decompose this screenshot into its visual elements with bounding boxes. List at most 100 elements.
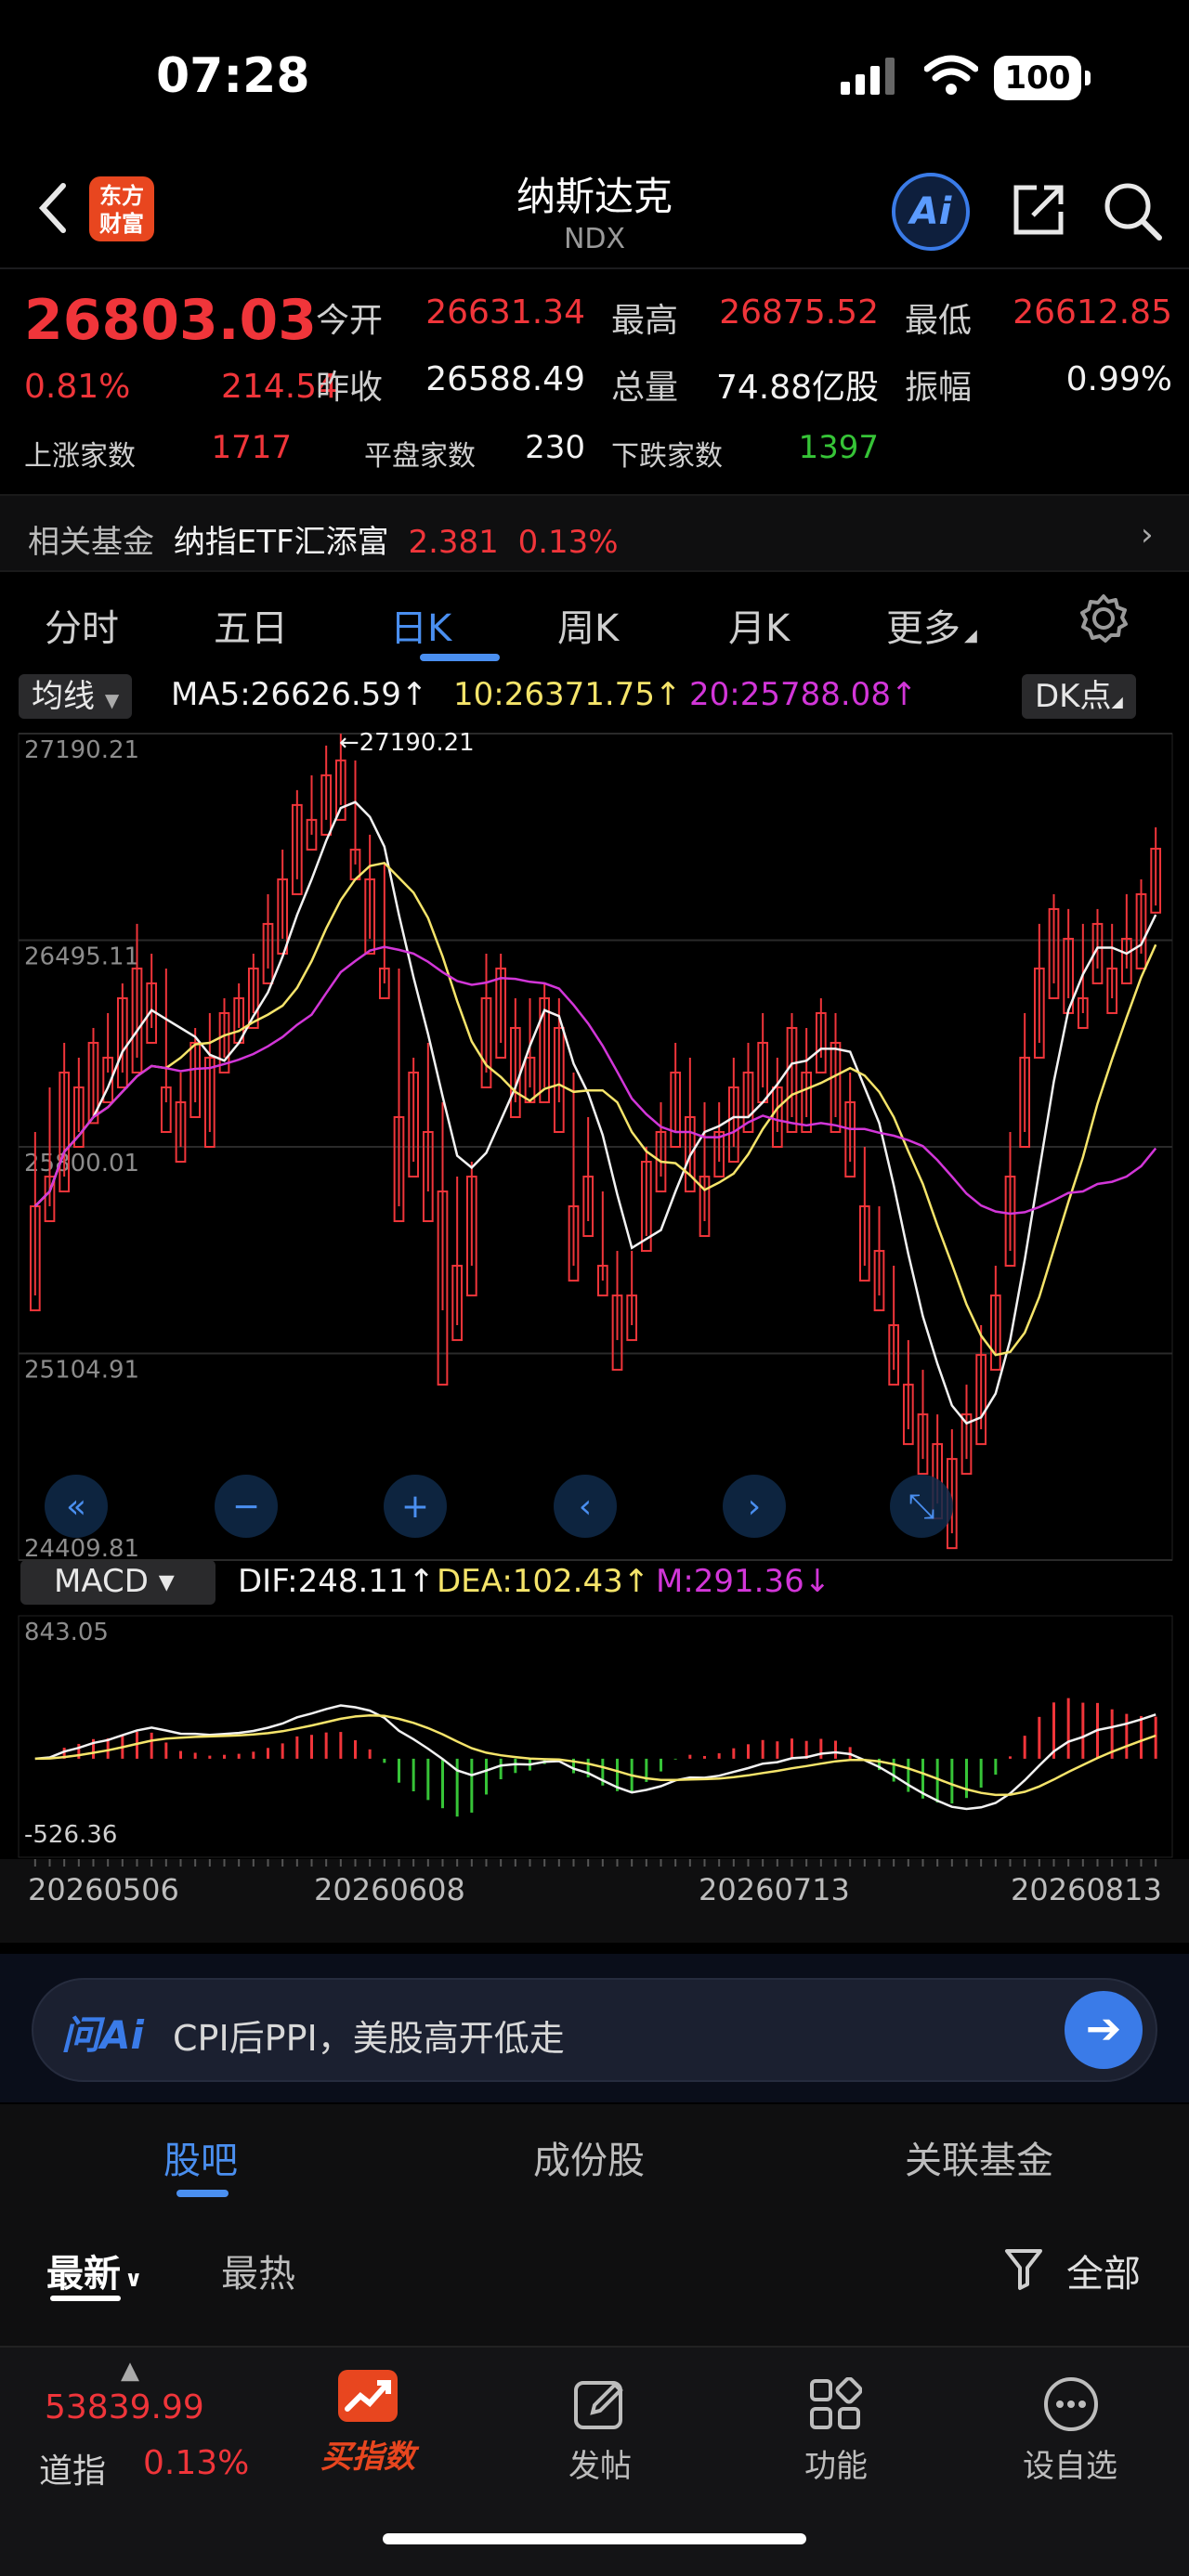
tab-related-funds[interactable]: 关联基金 bbox=[905, 2130, 1053, 2184]
dea-line bbox=[34, 1713, 1156, 1797]
related-fund-text: 相关基金 纳指ETF汇添富 2.381 0.13% bbox=[28, 516, 619, 562]
decliners-value: 1397 bbox=[798, 429, 879, 466]
volume-value: 74.88亿股 bbox=[715, 369, 879, 407]
scroll-right-glyph: › bbox=[748, 1488, 761, 1526]
kline-svg: 27190.21 26495.11 25800.01 25104.91 24409.81… bbox=[0, 729, 1189, 1943]
battery-indicator: 100 bbox=[994, 56, 1091, 100]
navigation-bar: 东方 财富 纳斯达克 NDX Ai bbox=[0, 149, 1189, 269]
clock: 07:28 bbox=[156, 48, 310, 104]
tab-more[interactable]: 更多 ◢ bbox=[886, 598, 977, 652]
ai-assistant-button[interactable]: Ai bbox=[892, 173, 970, 251]
advancers-value: 1717 bbox=[211, 429, 292, 466]
ma5-legend: MA5:26626.59↑ bbox=[171, 676, 428, 713]
filter-icon[interactable] bbox=[1003, 2247, 1044, 2292]
price-tick-label: 25104.91 bbox=[24, 1357, 139, 1385]
zoom-out-glyph: − bbox=[232, 1488, 260, 1526]
low-label: 最低 bbox=[905, 302, 973, 340]
more-dots-icon[interactable] bbox=[1042, 2375, 1100, 2433]
fund-price: 2.381 bbox=[408, 524, 499, 561]
sort-hot[interactable]: 最热 bbox=[221, 2244, 295, 2297]
advancers-label: 上涨家数 bbox=[24, 440, 136, 473]
ai-question-input[interactable]: 问Ai CPI后PPI，美股高开低走 ➔ bbox=[32, 1978, 1157, 2082]
fund-percent: 0.13% bbox=[517, 524, 619, 561]
dk-point-button[interactable]: DK点◢ bbox=[1022, 674, 1136, 719]
high-value: 26875.52 bbox=[719, 293, 879, 332]
date-tick-label: 20260608 bbox=[314, 1872, 465, 1907]
prev-close-value: 26588.49 bbox=[425, 360, 585, 398]
compose-post-icon[interactable] bbox=[572, 2377, 628, 2431]
price-tick-label: 25800.01 bbox=[24, 1150, 139, 1177]
unchanged-label: 平盘家数 bbox=[364, 440, 476, 473]
dow-index-percent: 0.13% bbox=[143, 2444, 250, 2482]
amplitude-value: 0.99% bbox=[1065, 360, 1172, 398]
ai-question-bar: 问Ai CPI后PPI，美股高开低走 ➔ bbox=[0, 1954, 1189, 2102]
last-price: 26803.03 bbox=[24, 288, 318, 353]
ma20-legend: 20:25788.08↑ bbox=[689, 676, 918, 713]
unchanged-value: 230 bbox=[525, 429, 585, 466]
home-indicator bbox=[383, 2533, 806, 2544]
high-label: 最高 bbox=[611, 302, 679, 340]
scroll-left-glyph: ‹ bbox=[579, 1488, 592, 1526]
prev-close-label: 昨收 bbox=[316, 369, 384, 407]
ma5-line bbox=[33, 800, 1157, 1425]
post-filter-row: 最新 ∨ 最热 全部 bbox=[0, 2206, 1189, 2346]
ma20-line bbox=[33, 945, 1157, 1216]
volume-label: 总量 bbox=[611, 369, 679, 407]
tab-five-day[interactable]: 五日 bbox=[214, 598, 288, 652]
kline-chart-area: 均线 ▼ MA5:26626.59↑ 10:26371.75↑ 20:25788… bbox=[0, 669, 1189, 1950]
post-label[interactable]: 发帖 bbox=[526, 2440, 674, 2486]
indicator-select[interactable]: 均线 ▼ bbox=[19, 674, 133, 719]
decliners-label: 下跌家数 bbox=[611, 440, 723, 473]
settings-gear-icon[interactable] bbox=[1078, 592, 1130, 644]
date-tick-label: 20260506 bbox=[28, 1872, 179, 1907]
macd-legend-0: DIF:248.11↑ bbox=[238, 1563, 435, 1600]
low-value: 26612.85 bbox=[1013, 293, 1172, 332]
open-value: 26631.34 bbox=[425, 293, 585, 332]
dow-index-value[interactable]: 53839.99 bbox=[45, 2388, 204, 2426]
dk-point-label: DK点 bbox=[1035, 678, 1112, 715]
chevron-right-icon[interactable]: › bbox=[1141, 516, 1154, 553]
quote-panel: 26803.03 0.81% 214.54 今开 26631.34 最高 268… bbox=[0, 271, 1189, 494]
add-watchlist-label[interactable]: 设自选 bbox=[996, 2440, 1144, 2486]
cellular-signal-icon bbox=[841, 58, 895, 95]
date-tick-label: 20260713 bbox=[699, 1872, 850, 1907]
filter-all[interactable]: 全部 bbox=[1066, 2244, 1141, 2297]
search-icon[interactable] bbox=[1104, 182, 1163, 241]
fund-name: 纳指ETF汇添富 bbox=[173, 524, 389, 561]
tab-monthly-k[interactable]: 月K bbox=[728, 598, 790, 652]
share-icon[interactable] bbox=[1011, 182, 1066, 238]
fullscreen-glyph: ⤡ bbox=[908, 1488, 935, 1526]
buy-index-label: 买指数 bbox=[320, 2439, 415, 2476]
tab-more-label: 更多 bbox=[886, 607, 960, 650]
indicator-select-label: 均线 bbox=[32, 678, 95, 715]
macd-tick-label: -526.36 bbox=[24, 1821, 117, 1849]
price-tick-label: 26495.11 bbox=[24, 943, 139, 971]
dow-index-name[interactable]: 道指 bbox=[39, 2444, 106, 2492]
functions-label[interactable]: 功能 bbox=[762, 2440, 910, 2486]
tab-intraday[interactable]: 分时 bbox=[45, 598, 119, 652]
macd-tick-label: 843.05 bbox=[24, 1619, 109, 1646]
macd-select-label: MACD ▾ bbox=[54, 1563, 175, 1600]
tab-constituents[interactable]: 成份股 bbox=[533, 2130, 645, 2184]
sort-latest-label: 最新 bbox=[46, 2253, 121, 2296]
apps-grid-icon[interactable] bbox=[808, 2377, 862, 2431]
tab-stock-forum[interactable]: 股吧 bbox=[163, 2130, 238, 2184]
macd-legend-1: DEA:102.43↑ bbox=[437, 1563, 649, 1600]
ma10-line bbox=[33, 861, 1157, 1357]
tab-weekly-k[interactable]: 周K bbox=[557, 598, 619, 652]
caret-up-icon: ▲ bbox=[121, 2357, 139, 2385]
ai-question-text: CPI后PPI，美股高开低走 bbox=[173, 2018, 565, 2059]
related-fund-label: 相关基金 bbox=[28, 524, 154, 561]
price-tick-label: 27190.21 bbox=[24, 736, 139, 764]
ai-brand-label: 问Ai bbox=[61, 2012, 144, 2058]
related-fund-row[interactable]: 相关基金 纳指ETF汇添富 2.381 0.13% › bbox=[0, 494, 1189, 572]
price-tick-label: 24409.81 bbox=[24, 1535, 139, 1563]
change-percent: 0.81% bbox=[24, 368, 131, 406]
amplitude-label: 振幅 bbox=[905, 369, 973, 407]
status-bar: 07:28 100 bbox=[0, 0, 1189, 149]
buy-index-button[interactable]: 买指数 bbox=[310, 2370, 425, 2477]
sort-latest[interactable]: 最新 ∨ bbox=[46, 2244, 143, 2297]
community-tabs: 股吧 成份股 关联基金 bbox=[0, 2104, 1189, 2206]
arrow-right-icon[interactable]: ➔ bbox=[1065, 1991, 1143, 2069]
tab-daily-k[interactable]: 日K bbox=[390, 598, 451, 652]
